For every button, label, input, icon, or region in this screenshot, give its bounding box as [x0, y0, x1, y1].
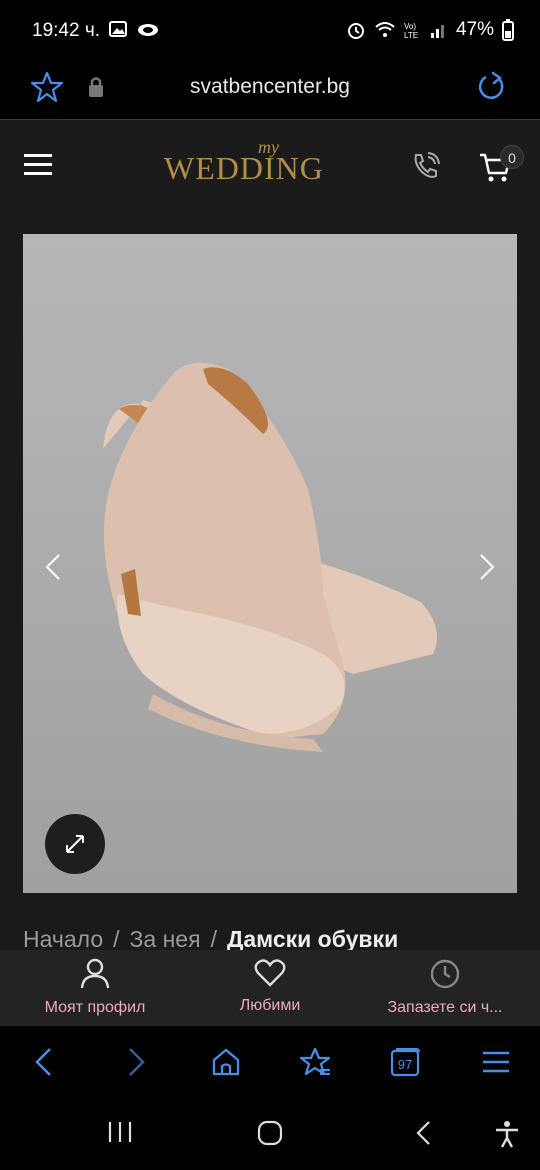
breadcrumb: Начало / За нея / Дамски обувки [23, 926, 523, 952]
site-header: my WEDDING 0 [0, 121, 540, 213]
hamburger-menu-icon[interactable] [24, 153, 52, 177]
status-system-icons: Vo) LTE 47% [346, 19, 514, 41]
breadcrumb-home[interactable]: Начало [23, 926, 103, 952]
status-time: 19:42 ч. [32, 20, 101, 41]
nav-book-appointment[interactable]: Запазете си ч... [368, 958, 522, 1017]
signal-icon [430, 25, 444, 38]
site-logo[interactable]: my WEDDING [160, 135, 380, 201]
browser-toolbar: 97 [0, 1026, 540, 1096]
alarm-icon [347, 23, 364, 39]
nav-my-profile-label: Моят профил [44, 999, 146, 1016]
zoom-button[interactable] [45, 814, 105, 874]
tabs-icon: 97 [390, 1048, 420, 1077]
nav-favorites-label: Любими [239, 997, 301, 1014]
status-notification-icons [108, 19, 160, 39]
recent-apps-icon[interactable] [106, 1120, 134, 1144]
tab-count: 97 [398, 1057, 412, 1072]
bookmarks-icon[interactable] [300, 1046, 332, 1078]
nav-my-profile[interactable]: Моят профил [28, 958, 162, 1017]
tabs-button[interactable]: 97 [389, 1046, 421, 1078]
phone-icon[interactable] [410, 151, 442, 181]
reload-icon[interactable] [474, 70, 508, 104]
clock-icon [430, 959, 460, 989]
gallery-next-arrow[interactable] [477, 552, 497, 582]
svg-text:LTE: LTE [404, 31, 418, 40]
nav-book-label: Запазете си ч... [387, 999, 503, 1016]
logo-wedding: WEDDING [164, 150, 324, 186]
cloud-icon [138, 24, 158, 36]
forward-arrow-icon[interactable] [120, 1046, 152, 1078]
accessibility-icon[interactable] [494, 1120, 520, 1148]
expand-icon [66, 835, 84, 853]
cart-count-badge: 0 [500, 145, 524, 169]
product-image-gallery[interactable] [23, 234, 517, 893]
wifi-icon [375, 22, 395, 37]
gallery-prev-arrow[interactable] [43, 552, 63, 582]
home-button-icon[interactable] [256, 1120, 284, 1146]
battery-percent: 47% [455, 19, 494, 40]
back-arrow-icon[interactable] [28, 1046, 60, 1078]
breadcrumb-separator: / [210, 926, 217, 952]
user-icon [80, 958, 110, 989]
gallery-icon [109, 21, 127, 37]
nav-favorites[interactable]: Любими [214, 958, 326, 1015]
home-icon[interactable] [210, 1046, 242, 1078]
android-nav-bar [0, 1096, 540, 1170]
url-text[interactable]: svatbencenter.bg [0, 75, 540, 99]
volte-icon: Vo)LTE [404, 22, 418, 40]
site-bottom-nav: Моят профил Любими Запазете си ч... [0, 950, 540, 1026]
system-back-icon[interactable] [412, 1120, 436, 1146]
heart-icon [254, 959, 286, 987]
product-photo-shoes [23, 234, 517, 893]
browser-menu-icon[interactable] [480, 1046, 512, 1078]
breadcrumb-for-her[interactable]: За нея [130, 926, 201, 952]
status-bar: 19:42 ч. Vo) LTE 47% [0, 0, 540, 62]
battery-icon [502, 19, 514, 41]
breadcrumb-current: Дамски обувки [226, 926, 399, 952]
browser-address-bar: svatbencenter.bg [0, 62, 540, 120]
svg-text:Vo): Vo) [404, 22, 416, 31]
breadcrumb-separator: / [113, 926, 120, 952]
